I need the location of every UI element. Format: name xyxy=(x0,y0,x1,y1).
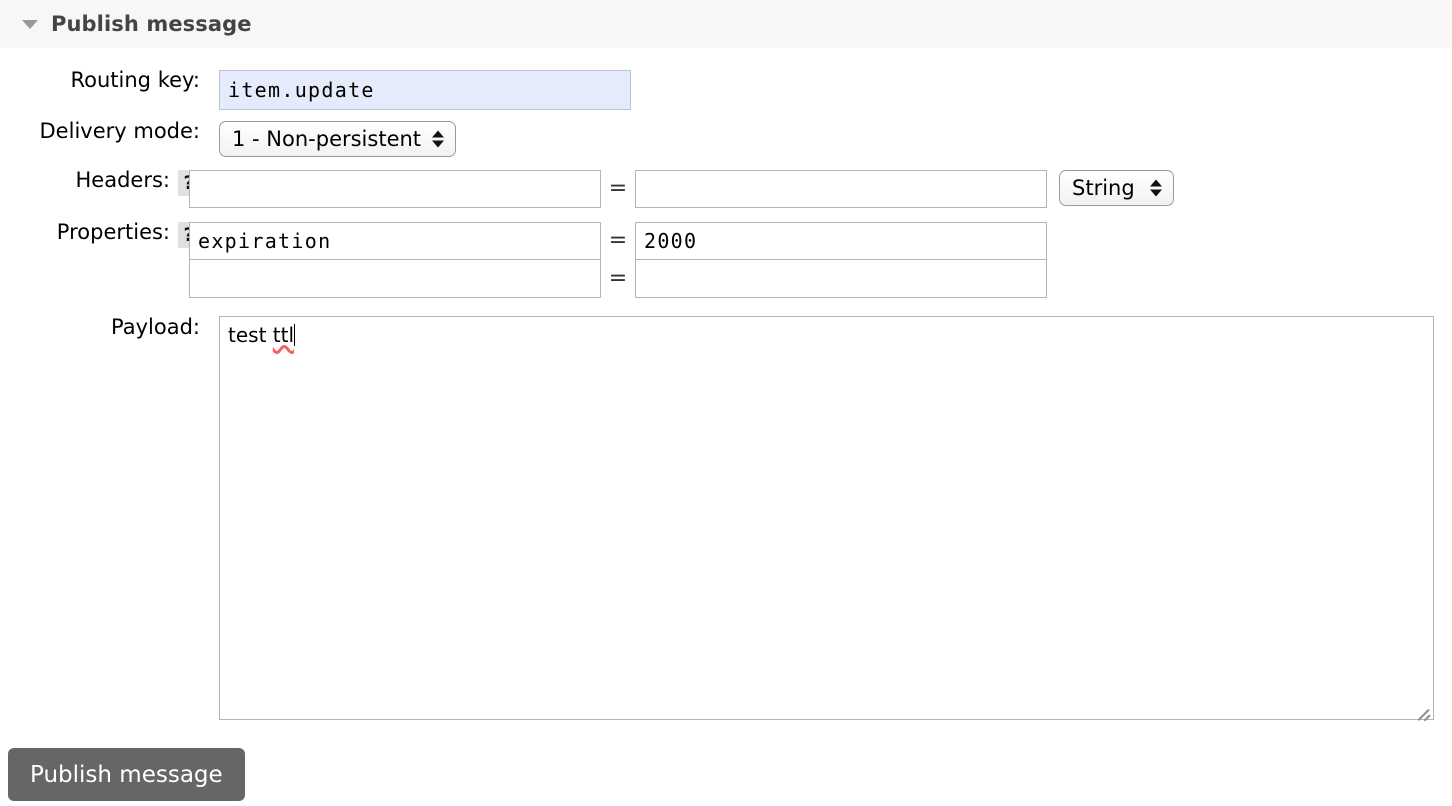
headers-label: Headers:? xyxy=(0,170,200,196)
headers-equals-sign: = xyxy=(608,176,628,201)
property-value-input-1[interactable] xyxy=(635,222,1047,260)
publish-message-form: Routing key: Delivery mode: 1 - Non-pers… xyxy=(0,48,1452,724)
publish-message-section-header: Publish message xyxy=(0,0,1452,48)
chevron-updown-icon xyxy=(432,130,445,148)
properties-row: Properties:? = = xyxy=(0,222,1452,298)
delivery-mode-select[interactable]: 1 - Non-persistent xyxy=(219,121,457,157)
routing-key-label: Routing key: xyxy=(70,68,201,92)
triangle-down-icon[interactable] xyxy=(20,14,40,34)
routing-key-row: Routing key: xyxy=(0,70,1452,110)
property-value-input-2[interactable] xyxy=(635,260,1047,298)
headers-value-column xyxy=(635,170,1047,208)
headers-label-text: Headers: xyxy=(75,168,170,192)
triangle-down-glyph xyxy=(22,19,38,29)
publish-message-button[interactable]: Publish message xyxy=(8,748,245,801)
properties-equals-sign-1: = xyxy=(608,228,628,253)
properties-label: Properties:? xyxy=(0,222,200,248)
properties-value-column xyxy=(635,222,1047,298)
properties-equals-sign-2: = xyxy=(608,266,628,291)
payload-textarea[interactable] xyxy=(219,316,1434,720)
page-title: Publish message xyxy=(51,12,252,36)
payload-row: Payload: test ttl xyxy=(0,315,1452,724)
header-value-input[interactable] xyxy=(635,170,1047,208)
delivery-mode-label: Delivery mode: xyxy=(39,119,200,143)
delivery-mode-selected-value: 1 - Non-persistent xyxy=(232,127,422,151)
headers-row: Headers:? = String xyxy=(0,170,1452,208)
header-type-select[interactable]: String xyxy=(1059,170,1174,206)
property-key-input-2[interactable] xyxy=(189,260,601,298)
properties-label-text: Properties: xyxy=(56,220,170,244)
routing-key-input[interactable] xyxy=(219,70,631,110)
property-key-input-1[interactable] xyxy=(189,222,601,260)
payload-field-wrap: test ttl xyxy=(219,316,1434,724)
chevron-updown-icon xyxy=(1149,179,1162,197)
header-key-input[interactable] xyxy=(189,170,601,208)
header-type-selected-value: String xyxy=(1072,176,1135,200)
properties-key-column xyxy=(189,222,601,298)
payload-label: Payload: xyxy=(111,315,200,339)
delivery-mode-row: Delivery mode: 1 - Non-persistent xyxy=(0,121,1452,157)
headers-key-column xyxy=(189,170,601,208)
